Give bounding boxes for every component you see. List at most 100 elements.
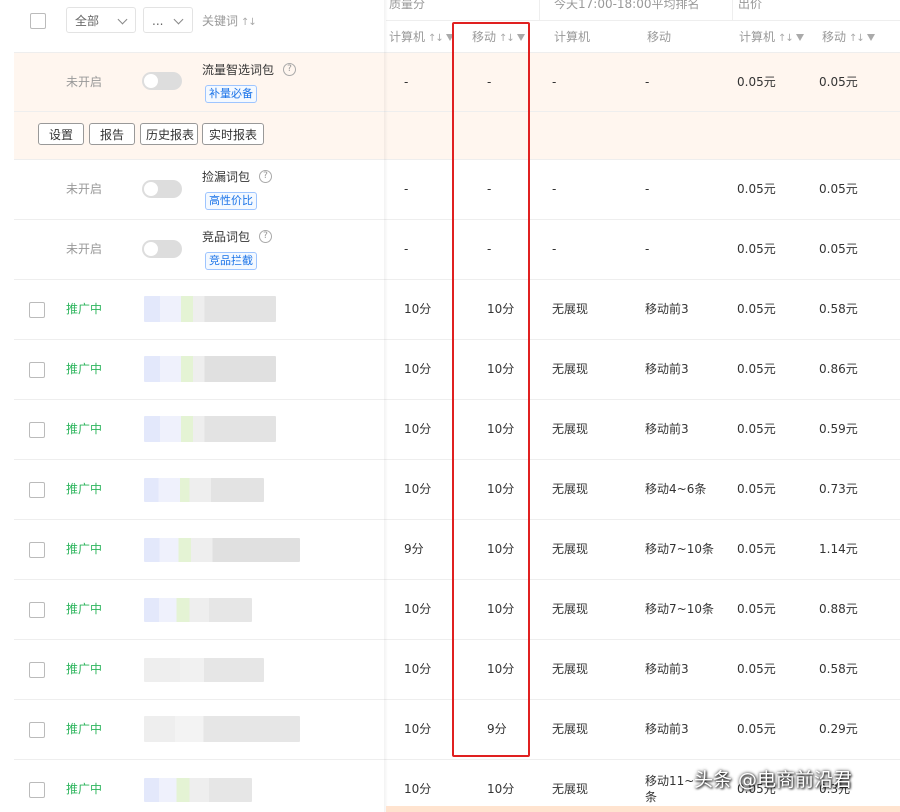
package-tag: 竞品拦截 bbox=[205, 252, 257, 270]
rank-pc-value: - bbox=[552, 242, 557, 256]
help-icon[interactable]: ? bbox=[259, 170, 272, 183]
bid-mobile-value[interactable]: 0.29元 bbox=[819, 721, 858, 737]
row-checkbox[interactable] bbox=[29, 302, 45, 318]
type-filter-select[interactable]: ... bbox=[143, 7, 193, 33]
keyword-text-blurred bbox=[144, 658, 264, 682]
bid-mobile-value[interactable]: 0.59元 bbox=[819, 421, 858, 437]
bid-pc-value[interactable]: 0.05元 bbox=[737, 421, 776, 437]
status-text: 推广中 bbox=[66, 602, 103, 616]
keyword-text-blurred bbox=[144, 478, 264, 502]
fixed-column-shadow bbox=[384, 0, 388, 812]
bid-pc-value[interactable]: 0.05元 bbox=[737, 361, 776, 377]
row-checkbox[interactable] bbox=[29, 722, 45, 738]
keyword-text-blurred bbox=[144, 598, 252, 622]
bid-pc-value[interactable]: 0.05元 bbox=[737, 541, 776, 557]
bid-pc-value[interactable]: 0.05元 bbox=[737, 181, 776, 197]
header-divider bbox=[386, 20, 900, 21]
keyword-text-blurred bbox=[144, 356, 276, 382]
rank-mobile-value-wrap: 条 bbox=[645, 790, 658, 804]
package-name: 捡漏词包 bbox=[202, 170, 251, 184]
bid-pc-value[interactable]: 0.05元 bbox=[737, 74, 776, 90]
scroll-strip bbox=[386, 806, 900, 812]
rank-mobile-value: 移动前3 bbox=[645, 662, 689, 676]
bid-mobile-value[interactable]: 0.05元 bbox=[819, 74, 858, 90]
select-all-checkbox[interactable] bbox=[30, 13, 46, 29]
bid-mobile-value[interactable]: 0.05元 bbox=[819, 241, 858, 257]
bid-mobile-value[interactable]: 1.14元 bbox=[819, 541, 858, 557]
bid-pc-header[interactable]: 计算机 ↑↓ bbox=[739, 29, 804, 47]
package-tag: 高性价比 bbox=[205, 192, 257, 210]
quality-score-group-header: 质量分 bbox=[389, 0, 426, 11]
filter-icon[interactable] bbox=[866, 34, 875, 41]
settings-button[interactable]: 设置 bbox=[38, 123, 84, 145]
status-text: 推广中 bbox=[66, 722, 103, 736]
quality-mobile-value: 10分 bbox=[487, 782, 515, 796]
rank-mobile-value: - bbox=[645, 242, 650, 256]
quality-pc-value: - bbox=[404, 182, 409, 196]
bid-pc-value[interactable]: 0.05元 bbox=[737, 721, 776, 737]
quality-pc-value: 10分 bbox=[404, 362, 432, 376]
row-checkbox[interactable] bbox=[29, 422, 45, 438]
status-text: 推广中 bbox=[66, 542, 103, 556]
status-filter-select[interactable]: 全部 bbox=[66, 7, 136, 33]
package-name: 竞品词包 bbox=[202, 230, 251, 244]
quality-pc-value: - bbox=[404, 75, 409, 89]
sort-icon[interactable]: ↑↓ bbox=[778, 31, 794, 47]
row-checkbox[interactable] bbox=[29, 782, 45, 798]
quality-pc-header[interactable]: 计算机 ↑↓ bbox=[389, 29, 454, 47]
row-checkbox[interactable] bbox=[29, 662, 45, 678]
rank-pc-value: 无展现 bbox=[552, 422, 589, 436]
bid-mobile-value[interactable]: 0.58元 bbox=[819, 661, 858, 677]
bid-pc-value[interactable]: 0.05元 bbox=[737, 241, 776, 257]
status-toggle[interactable] bbox=[142, 240, 182, 258]
row-checkbox[interactable] bbox=[29, 362, 45, 378]
bid-mobile-value[interactable]: 0.05元 bbox=[819, 181, 858, 197]
package-tag: 补量必备 bbox=[205, 85, 257, 103]
row-checkbox[interactable] bbox=[29, 542, 45, 558]
rank-pc-value: - bbox=[552, 75, 557, 89]
sort-icon[interactable]: ↑↓ bbox=[428, 31, 444, 47]
quality-pc-value: 10分 bbox=[404, 722, 432, 736]
bid-pc-value[interactable]: 0.05元 bbox=[737, 301, 776, 317]
report-button[interactable]: 报告 bbox=[89, 123, 135, 145]
help-icon[interactable]: ? bbox=[283, 63, 296, 76]
status-toggle[interactable] bbox=[142, 72, 182, 90]
keyword-text-blurred bbox=[144, 416, 276, 442]
bid-mobile-value[interactable]: 0.88元 bbox=[819, 601, 858, 617]
quality-pc-value: - bbox=[404, 242, 409, 256]
realtime-report-button[interactable]: 实时报表 bbox=[202, 123, 264, 145]
rank-mobile-value: 移动前3 bbox=[645, 422, 689, 436]
rank-pc-value: 无展现 bbox=[552, 782, 589, 796]
keyword-text-blurred bbox=[144, 716, 300, 742]
status-toggle[interactable] bbox=[142, 180, 182, 198]
watermark: 头条 @电商前沿君 bbox=[694, 769, 853, 791]
rank-mobile-value: 移动4~6条 bbox=[645, 482, 707, 496]
help-icon[interactable]: ? bbox=[259, 230, 272, 243]
rank-mobile-value: 移动前3 bbox=[645, 302, 689, 316]
bid-mobile-value[interactable]: 0.86元 bbox=[819, 361, 858, 377]
history-report-button[interactable]: 历史报表 bbox=[140, 123, 198, 145]
rank-pc-value: 无展现 bbox=[552, 542, 589, 556]
type-filter-value: ... bbox=[152, 14, 164, 28]
bid-pc-value[interactable]: 0.05元 bbox=[737, 481, 776, 497]
chevron-down-icon bbox=[117, 14, 128, 25]
keyword-column-header[interactable]: 关键词 ↑↓ bbox=[202, 13, 257, 31]
row-checkbox[interactable] bbox=[29, 482, 45, 498]
quality-pc-value: 10分 bbox=[404, 662, 432, 676]
sort-icon[interactable]: ↑↓ bbox=[241, 15, 257, 31]
bid-mobile-header[interactable]: 移动 ↑↓ bbox=[822, 29, 875, 47]
status-text: 推广中 bbox=[66, 782, 103, 796]
status-text: 推广中 bbox=[66, 482, 103, 496]
rank-pc-value: 无展现 bbox=[552, 662, 589, 676]
status-text: 未开启 bbox=[66, 75, 103, 89]
sort-icon[interactable]: ↑↓ bbox=[849, 31, 865, 47]
bid-pc-value[interactable]: 0.05元 bbox=[737, 661, 776, 677]
rank-pc-value: 无展现 bbox=[552, 722, 589, 736]
status-text: 推广中 bbox=[66, 662, 103, 676]
bid-pc-value[interactable]: 0.05元 bbox=[737, 601, 776, 617]
bid-mobile-value[interactable]: 0.58元 bbox=[819, 301, 858, 317]
bid-mobile-value[interactable]: 0.73元 bbox=[819, 481, 858, 497]
filter-icon[interactable] bbox=[795, 34, 804, 41]
keyword-text-blurred bbox=[144, 296, 276, 322]
row-checkbox[interactable] bbox=[29, 602, 45, 618]
